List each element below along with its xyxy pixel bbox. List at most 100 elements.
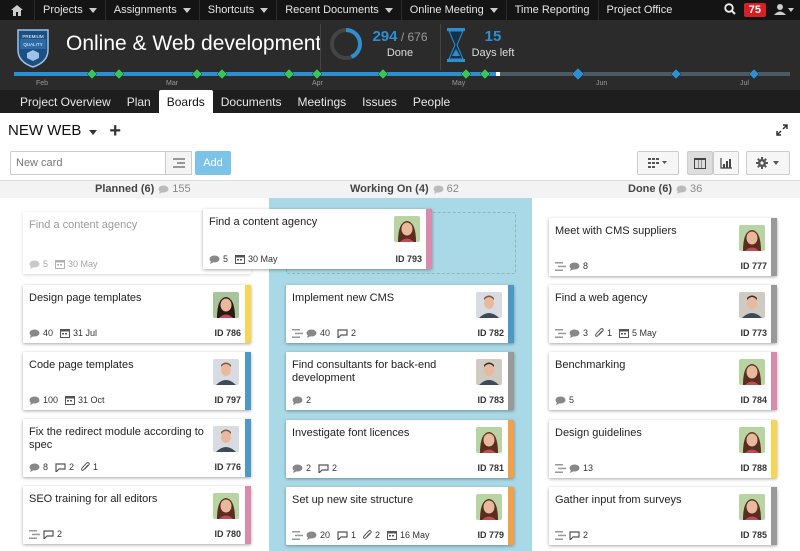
tab-meetings[interactable]: Meetings: [289, 90, 354, 113]
chevron-down-icon: [89, 129, 98, 135]
kanban-card[interactable]: Code page templates ID 797 100 31 Oct: [23, 352, 251, 410]
project-tabs: Project Overview Plan Boards Documents M…: [0, 90, 800, 113]
kanban-card[interactable]: Implement new CMS ID 782 40 2: [286, 285, 514, 343]
home-icon[interactable]: [0, 0, 34, 20]
kanban-card[interactable]: Design page templates ID 786 40 31 Jul: [23, 285, 251, 343]
tab-project-overview[interactable]: Project Overview: [12, 90, 119, 113]
card-title: Find a web agency: [555, 292, 648, 304]
tab-plan[interactable]: Plan: [119, 90, 159, 113]
card-color-bar: [771, 420, 777, 478]
nav-time-reporting[interactable]: Time Reporting: [505, 0, 598, 20]
card-meta: 40 31 Jul: [29, 328, 101, 338]
card-meta: 40 2: [292, 328, 360, 338]
tab-boards[interactable]: Boards: [158, 90, 213, 113]
comment-icon: [292, 464, 303, 473]
avatar: [739, 494, 765, 520]
chevron-down-icon: [260, 7, 269, 13]
card-color-bar: [771, 285, 777, 343]
card-title: Investigate font licences: [292, 427, 410, 439]
card-color-bar: [508, 420, 514, 478]
tab-people[interactable]: People: [405, 90, 458, 113]
nav-recent-documents[interactable]: Recent Documents: [276, 0, 401, 20]
attachment-value: 1: [607, 328, 613, 338]
checklist-icon: [29, 529, 40, 539]
kanban-card[interactable]: Meet with CMS suppliers ID 777 8: [549, 218, 777, 276]
card-meta: 100 31 Oct: [29, 395, 109, 405]
nav-project-office[interactable]: Project Office: [597, 0, 681, 20]
tab-documents[interactable]: Documents: [213, 90, 290, 113]
card-id: ID 786: [214, 328, 241, 338]
card-color-bar: [771, 487, 777, 545]
add-board-button[interactable]: +: [109, 121, 121, 141]
project-title: Online & Web development: [66, 32, 322, 55]
board-header: NEW WEB +: [8, 121, 121, 141]
comment-icon: [433, 185, 444, 194]
board-menu-caret[interactable]: [89, 124, 98, 138]
card-title: Code page templates: [29, 359, 134, 371]
card-id: ID 793: [395, 254, 422, 264]
board-view-icon[interactable]: [687, 151, 713, 175]
comment-value: 40: [43, 328, 54, 338]
comment-icon: [569, 329, 580, 338]
kanban-card[interactable]: Gather input from surveys ID 785 2: [549, 487, 777, 545]
comment-icon: [555, 396, 566, 405]
card-title: Find a content agency: [209, 216, 318, 228]
avatar: [739, 292, 765, 318]
view-options-button[interactable]: [637, 151, 679, 175]
kanban-card[interactable]: Set up new site structure ID 779 20 1 2 16 Ma…: [286, 487, 514, 545]
list-icon[interactable]: [166, 151, 192, 175]
card-meta: 2: [292, 395, 315, 405]
kanban-card[interactable]: Design guidelines ID 788 13: [549, 420, 777, 478]
card-meta: 5: [555, 395, 578, 405]
due-date-icon: [65, 395, 76, 405]
checklist-icon: [555, 530, 566, 540]
kanban-card[interactable]: Fix the redirect module according to spe…: [23, 419, 251, 477]
notification-badge[interactable]: 75: [743, 3, 766, 17]
days-left-label: Days left: [471, 47, 515, 59]
chart-view-icon[interactable]: [713, 151, 739, 175]
comment-icon: [292, 396, 303, 405]
card-meta: 2: [555, 530, 592, 540]
kanban-card[interactable]: Investigate font licences ID 781 2 2: [286, 420, 514, 478]
card-id: ID 782: [477, 328, 504, 338]
chat-icon: [569, 530, 580, 540]
done-total: / 676: [400, 30, 428, 44]
due-date-icon: [55, 259, 66, 269]
kanban-card[interactable]: SEO training for all editors ID 780 2: [23, 486, 251, 544]
chat-icon: [337, 530, 348, 540]
comment-icon: [676, 185, 687, 194]
kanban-card[interactable]: Benchmarking ID 784 5: [549, 352, 777, 410]
chat-icon: [55, 462, 66, 472]
expand-icon[interactable]: [776, 124, 788, 139]
nav-online-meeting[interactable]: Online Meeting: [400, 0, 506, 20]
new-card-input[interactable]: [10, 151, 166, 175]
card-color-bar: [245, 419, 251, 477]
checklist-icon: [555, 261, 566, 271]
comment-icon: [29, 396, 40, 405]
comment-value: 2: [306, 463, 312, 473]
comment-value: 40: [320, 328, 331, 338]
card-id: ID 776: [214, 462, 241, 472]
avatar: [394, 216, 420, 242]
dragging-card[interactable]: Find a content agency ID 793 5 30 May: [203, 209, 432, 269]
kanban-card[interactable]: Find a web agency ID 773 3 1 5 May: [549, 285, 777, 343]
card-title: Find consultants for back-end developmen…: [292, 359, 437, 384]
kanban-card[interactable]: Find consultants for back-end developmen…: [286, 352, 514, 410]
card-id: ID 780: [214, 529, 241, 539]
nav-shortcuts[interactable]: Shortcuts: [198, 0, 276, 20]
nav-projects[interactable]: Projects: [34, 0, 105, 20]
chat-icon: [318, 463, 329, 473]
add-card-button[interactable]: Add: [195, 151, 231, 175]
checklist-icon: [555, 463, 566, 473]
card-title: Implement new CMS: [292, 292, 395, 304]
settings-button[interactable]: [746, 151, 790, 175]
attachment-value: 2: [375, 530, 381, 540]
timeline-month-label: May: [452, 80, 466, 87]
search-icon[interactable]: [724, 2, 736, 18]
card-color-bar: [508, 352, 514, 410]
nav-assignments[interactable]: Assignments: [104, 0, 199, 20]
tab-issues[interactable]: Issues: [354, 90, 405, 113]
user-icon[interactable]: [774, 3, 794, 18]
card-id: ID 784: [740, 395, 767, 405]
avatar: [213, 426, 239, 452]
